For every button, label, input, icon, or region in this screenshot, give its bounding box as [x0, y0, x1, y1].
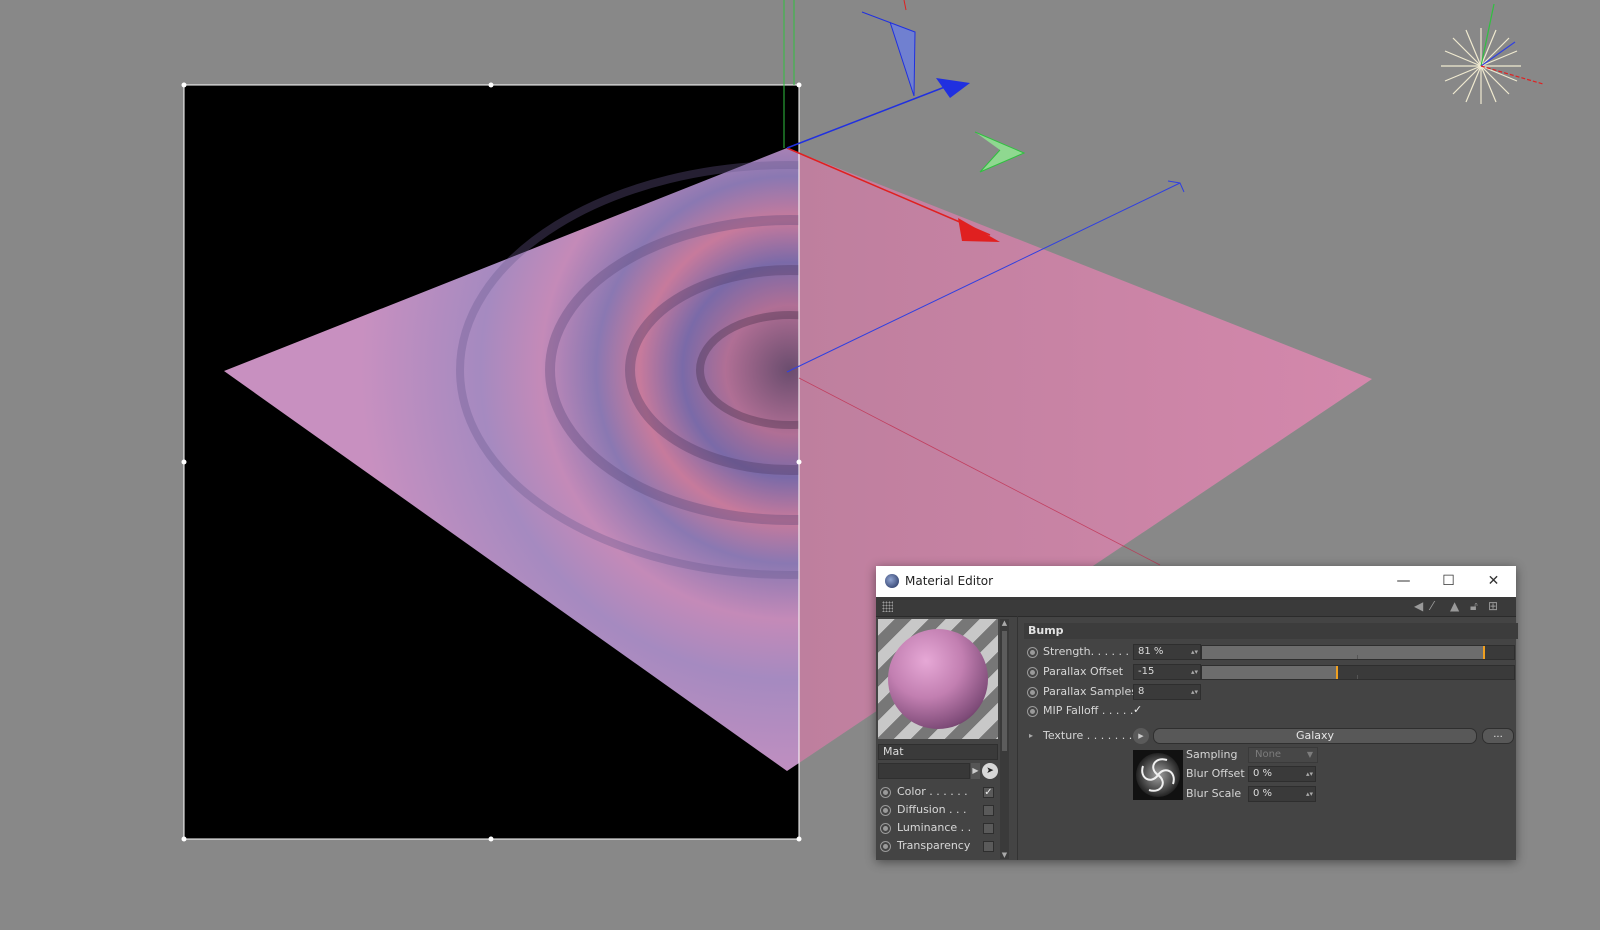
radio-icon[interactable]	[1027, 706, 1038, 717]
sampling-label: Sampling	[1186, 748, 1238, 761]
sampling-dropdown[interactable]: None ▼	[1248, 747, 1318, 763]
blur-scale-row: Blur Scale 0 % ▴▾	[1186, 786, 1486, 802]
scroll-down-icon[interactable]: ▼	[1000, 851, 1009, 859]
sampling-row: Sampling None ▼	[1186, 747, 1486, 763]
title-bar[interactable]: Material Editor — ☐ ✕	[876, 566, 1516, 597]
parallax-offset-slider[interactable]	[1201, 665, 1515, 680]
parallax-samples-input[interactable]: 8 ▴▾	[1133, 684, 1201, 700]
editor-toolbar: ◀ ⁄ ▲ 🔓︎ ⊞	[876, 597, 1516, 617]
stepper-icon: ▴▾	[1190, 668, 1198, 676]
parallax-offset-input[interactable]: -15 ▴▾	[1133, 664, 1201, 680]
pick-cursor-icon[interactable]: ➤	[982, 763, 998, 779]
radio-icon[interactable]	[1027, 687, 1038, 698]
stepper-icon: ▴▾	[1190, 648, 1198, 656]
forward-arrow-icon[interactable]: ⁄	[1431, 599, 1433, 613]
mip-falloff-row: MIP Falloff . . . . . ✓	[1027, 703, 1517, 719]
strength-label: Strength. . . . . . .	[1043, 645, 1137, 658]
link-arrow-icon[interactable]: ▶	[971, 763, 980, 779]
mip-falloff-label: MIP Falloff . . . . .	[1043, 704, 1134, 717]
preview-sphere	[888, 629, 988, 729]
lock-icon[interactable]: 🔓︎	[1470, 599, 1478, 614]
bump-section-title: Bump	[1024, 623, 1518, 639]
light-icon	[1441, 3, 1544, 104]
material-name-field[interactable]: Mat	[878, 744, 998, 760]
grip-icon[interactable]	[882, 601, 893, 612]
material-editor-window[interactable]: Material Editor — ☐ ✕ ◀ ⁄ ▲ 🔓︎ ⊞ Mat ▶ ➤…	[876, 566, 1518, 860]
channel-diffusion[interactable]: Diffusion . . .	[880, 801, 998, 818]
radio-icon[interactable]	[880, 840, 891, 852]
channel-luminance-checkbox[interactable]	[983, 823, 994, 834]
blur-offset-label: Blur Offset	[1186, 767, 1245, 780]
pane-divider[interactable]	[1017, 616, 1018, 860]
blur-offset-row: Blur Offset 0 % ▴▾	[1186, 766, 1486, 782]
gizmo-z-axis	[786, 84, 951, 149]
mip-falloff-checkbox[interactable]: ✓	[1133, 704, 1143, 715]
gizmo-plane-xz	[974, 131, 1026, 173]
slider-marker	[1336, 666, 1339, 679]
strength-row: Strength. . . . . . . 81 % ▴▾	[1027, 644, 1517, 660]
scroll-up-icon[interactable]: ▲	[1000, 619, 1009, 627]
stepper-icon: ▴▾	[1305, 790, 1313, 798]
up-arrow-icon[interactable]: ▲	[1450, 599, 1459, 613]
channel-color[interactable]: Color . . . . . . ✓	[880, 783, 998, 800]
scroll-thumb[interactable]	[1002, 631, 1007, 751]
back-arrow-icon[interactable]: ◀	[1414, 599, 1423, 613]
texture-label: Texture . . . . . . . .	[1043, 729, 1140, 742]
material-preview[interactable]	[878, 619, 998, 739]
material-link-field[interactable]	[878, 763, 970, 779]
texture-row: ▸ Texture . . . . . . . . ▶ Galaxy ...	[1027, 728, 1517, 744]
blur-scale-label: Blur Scale	[1186, 787, 1242, 800]
stepper-icon: ▴▾	[1190, 688, 1198, 696]
radio-icon[interactable]	[880, 822, 891, 834]
blur-scale-input[interactable]: 0 % ▴▾	[1248, 786, 1316, 802]
radio-icon[interactable]	[880, 804, 891, 816]
expand-arrow-icon[interactable]: ▸	[1029, 728, 1033, 744]
galaxy-thumbnail-image	[1133, 750, 1183, 800]
channel-luminance[interactable]: Luminance . .	[880, 819, 998, 836]
strength-input[interactable]: 81 % ▴▾	[1133, 644, 1201, 660]
minimize-icon[interactable]: —	[1381, 566, 1426, 597]
close-icon[interactable]: ✕	[1471, 566, 1516, 597]
parallax-offset-label: Parallax Offset	[1043, 665, 1124, 678]
texture-browse-button[interactable]: ...	[1482, 728, 1514, 744]
parallax-samples-label: Parallax Samples	[1043, 685, 1137, 698]
stepper-icon: ▴▾	[1305, 770, 1313, 778]
chevron-down-icon: ▼	[1306, 750, 1313, 759]
blur-offset-input[interactable]: 0 % ▴▾	[1248, 766, 1316, 782]
parallax-offset-row: Parallax Offset -15 ▴▾	[1027, 664, 1517, 680]
slider-marker	[1482, 646, 1485, 659]
channel-diffusion-checkbox[interactable]	[983, 805, 994, 816]
channel-scrollbar[interactable]: ▲ ▼	[1000, 619, 1009, 859]
radio-icon[interactable]	[880, 786, 891, 798]
texture-thumbnail[interactable]	[1133, 750, 1183, 800]
app-icon	[885, 574, 899, 588]
window-title: Material Editor	[905, 574, 994, 588]
texture-menu-icon[interactable]: ▶	[1133, 728, 1149, 744]
channel-color-checkbox[interactable]: ✓	[983, 787, 994, 798]
maximize-icon[interactable]: ☐	[1426, 566, 1471, 597]
texture-name-button[interactable]: Galaxy	[1153, 728, 1477, 744]
gizmo-plane-yz	[861, 11, 916, 97]
channel-transparency-checkbox[interactable]	[983, 841, 994, 852]
new-panel-icon[interactable]: ⊞	[1488, 599, 1498, 613]
radio-icon[interactable]	[1027, 667, 1038, 678]
strength-slider[interactable]	[1201, 645, 1515, 660]
channel-transparency[interactable]: Transparency	[880, 837, 998, 854]
parallax-samples-row: Parallax Samples 8 ▴▾	[1027, 684, 1517, 700]
radio-icon[interactable]	[1027, 647, 1038, 658]
